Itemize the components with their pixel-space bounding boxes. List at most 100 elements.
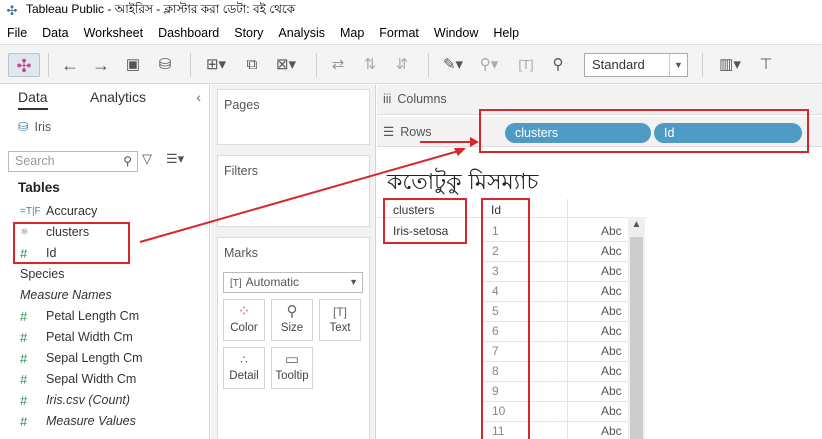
fix-axes-icon[interactable]: ⚲ bbox=[546, 53, 570, 77]
pages-card[interactable]: Pages bbox=[217, 89, 370, 145]
annotation-box-rows-shelf bbox=[479, 109, 809, 153]
tab-analytics[interactable]: Analytics bbox=[90, 89, 146, 105]
scroll-thumb[interactable] bbox=[630, 237, 643, 439]
text-cell[interactable]: Abc bbox=[601, 424, 622, 438]
undo-icon[interactable]: ← bbox=[58, 53, 82, 77]
toolbar-separator bbox=[316, 53, 317, 77]
filters-label: Filters bbox=[224, 164, 259, 178]
annotation-box-fields bbox=[13, 222, 130, 264]
save-icon[interactable]: ▣ bbox=[121, 53, 145, 77]
field-item[interactable]: # Petal Width Cm bbox=[20, 327, 133, 347]
menu-analysis[interactable]: Analysis bbox=[278, 26, 325, 40]
menu-bar: File Data Worksheet Dashboard Story Anal… bbox=[0, 23, 822, 43]
swap-rows-columns-icon[interactable]: ⇄ bbox=[326, 53, 350, 77]
menu-file[interactable]: File bbox=[7, 26, 27, 40]
tableau-home-icon[interactable]: ✣ bbox=[8, 53, 40, 77]
detail-icon: ∴ bbox=[240, 353, 248, 367]
menu-window[interactable]: Window bbox=[434, 26, 478, 40]
toolbar-separator bbox=[190, 53, 191, 77]
annotation-box-clusters-column bbox=[383, 198, 467, 244]
data-source[interactable]: ⛁ Iris bbox=[18, 119, 51, 134]
marks-color-button[interactable]: ⁘ Color bbox=[223, 299, 265, 341]
field-label: Sepal Length Cm bbox=[46, 351, 143, 365]
marks-size-button[interactable]: ⚲ Size bbox=[271, 299, 313, 341]
collapse-pane-icon[interactable]: ‹ bbox=[196, 89, 201, 105]
marks-detail-button[interactable]: ∴ Detail bbox=[223, 347, 265, 389]
show-cards-icon[interactable]: ▥▾ bbox=[712, 53, 748, 77]
toolbar-separator bbox=[702, 53, 703, 77]
view-size-value: Standard bbox=[592, 57, 645, 72]
search-input[interactable]: Search ⚲ bbox=[8, 151, 138, 172]
search-placeholder: Search bbox=[15, 154, 55, 168]
field-item[interactable]: =T|F Accuracy bbox=[20, 201, 97, 221]
text-cell[interactable]: Abc bbox=[601, 264, 622, 278]
text-cell[interactable]: Abc bbox=[601, 384, 622, 398]
title-bar: ✣ Tableau Public - আইরিস - ক্লাস্টার করা… bbox=[0, 0, 822, 22]
field-item[interactable]: # Sepal Length Cm bbox=[20, 348, 143, 368]
sort-ascending-icon[interactable]: ⇅ bbox=[358, 53, 382, 77]
menu-data[interactable]: Data bbox=[42, 26, 68, 40]
filters-card[interactable]: Filters bbox=[217, 155, 370, 227]
column-divider bbox=[567, 199, 568, 439]
columns-shelf-label: iii Columns bbox=[383, 92, 447, 106]
sort-descending-icon[interactable]: ⇵ bbox=[390, 53, 414, 77]
color-icon: ⁘ bbox=[237, 303, 251, 320]
tooltip-icon: ▭ bbox=[284, 351, 300, 368]
columns-label: Columns bbox=[397, 92, 447, 106]
text-cell[interactable]: Abc bbox=[601, 344, 622, 358]
data-source-icon: ⛁ bbox=[18, 120, 29, 134]
field-label: Petal Length Cm bbox=[46, 309, 140, 323]
menu-worksheet[interactable]: Worksheet bbox=[84, 26, 144, 40]
text-icon: [T] bbox=[333, 305, 347, 319]
toolbar-separator bbox=[428, 53, 429, 77]
view-size-select[interactable]: Standard ▼ bbox=[584, 53, 688, 77]
size-icon: ⚲ bbox=[286, 303, 298, 320]
field-item[interactable]: # Measure Values bbox=[20, 411, 136, 431]
text-cell[interactable]: Abc bbox=[601, 224, 622, 238]
chevron-down-icon: ▼ bbox=[669, 54, 687, 76]
duplicate-sheet-icon[interactable]: ⧉ bbox=[240, 53, 264, 77]
marks-size-label: Size bbox=[280, 322, 304, 334]
mark-type-value: Automatic bbox=[245, 275, 300, 289]
field-label: Accuracy bbox=[46, 204, 98, 218]
tab-data[interactable]: Data bbox=[18, 89, 48, 110]
pages-label: Pages bbox=[224, 98, 260, 112]
text-cell[interactable]: Abc bbox=[601, 284, 622, 298]
mark-type-select[interactable]: [T] Automatic ▼ bbox=[223, 272, 363, 293]
menu-map[interactable]: Map bbox=[340, 26, 364, 40]
menu-dashboard[interactable]: Dashboard bbox=[158, 26, 219, 40]
number-icon: # bbox=[20, 329, 28, 345]
marks-tooltip-button[interactable]: ▭ Tooltip bbox=[271, 347, 313, 389]
search-icon[interactable]: ⚲ bbox=[123, 152, 132, 171]
shelves-pane: Pages Filters Marks [T] Automatic ▼ ⁘ Colo… bbox=[211, 85, 376, 439]
view-title: কতোটুকু মিসম্যাচ bbox=[387, 170, 539, 195]
chevron-down-icon: ▼ bbox=[349, 277, 358, 287]
text-cell[interactable]: Abc bbox=[601, 364, 622, 378]
highlight-icon[interactable]: ✎▾ bbox=[438, 53, 468, 77]
field-item[interactable]: AbcSpecies bbox=[20, 264, 260, 284]
menu-story[interactable]: Story bbox=[234, 26, 263, 40]
data-source-name: Iris bbox=[34, 120, 52, 134]
filter-icon[interactable]: ▽ bbox=[142, 151, 152, 167]
text-cell[interactable]: Abc bbox=[601, 404, 622, 418]
field-label: Petal Width Cm bbox=[46, 330, 133, 344]
presentation-mode-icon[interactable]: ⊤ bbox=[754, 53, 778, 77]
marks-text-button[interactable]: [T] Text bbox=[319, 299, 361, 341]
text-cell[interactable]: Abc bbox=[601, 304, 622, 318]
field-item[interactable]: AbcMeasure Names bbox=[20, 285, 260, 305]
field-item[interactable]: # Petal Length Cm bbox=[20, 306, 139, 326]
field-item[interactable]: # Sepal Width Cm bbox=[20, 369, 136, 389]
new-worksheet-icon[interactable]: ⊞▾ bbox=[198, 53, 234, 77]
show-mark-labels-icon[interactable]: [T] bbox=[514, 53, 538, 77]
group-members-icon[interactable]: ⚲▾ bbox=[474, 53, 504, 77]
new-data-source-icon[interactable]: ⛁ bbox=[153, 53, 177, 77]
field-item[interactable]: # Iris.csv (Count) bbox=[20, 390, 130, 410]
menu-help[interactable]: Help bbox=[493, 26, 519, 40]
scroll-up-icon[interactable]: ▲ bbox=[628, 219, 645, 230]
text-cell[interactable]: Abc bbox=[601, 324, 622, 338]
clear-sheet-icon[interactable]: ⊠▾ bbox=[268, 53, 304, 77]
menu-format[interactable]: Format bbox=[379, 26, 419, 40]
redo-icon[interactable]: → bbox=[89, 53, 113, 77]
view-options-icon[interactable]: ☰▾ bbox=[166, 151, 184, 167]
text-cell[interactable]: Abc bbox=[601, 244, 622, 258]
